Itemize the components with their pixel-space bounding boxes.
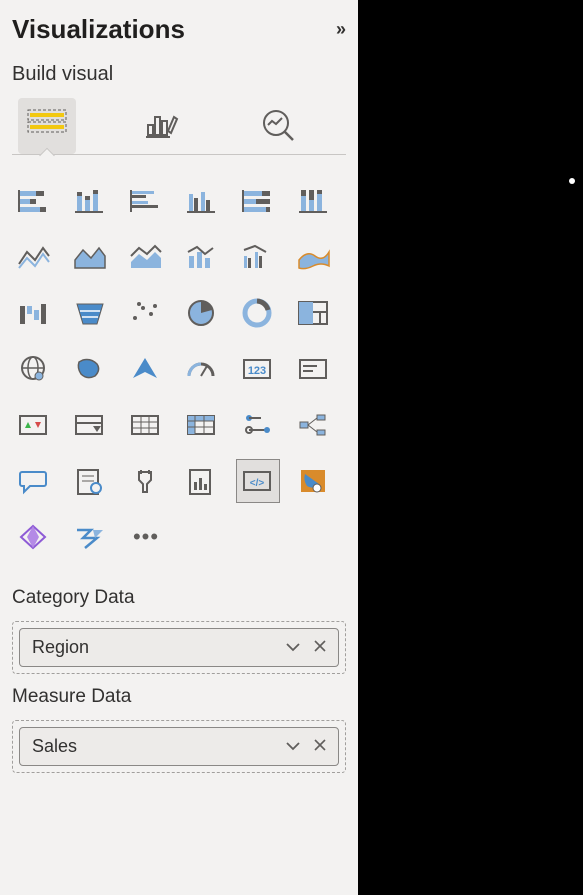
panel-header: Visualizations » (12, 14, 346, 45)
viz-pie-chart[interactable] (180, 291, 224, 335)
category-field-pill[interactable]: Region (19, 628, 339, 667)
svg-text:</>: </> (250, 478, 265, 489)
measure-field-pill[interactable]: Sales (19, 727, 339, 766)
collapse-panel-icon[interactable]: » (336, 19, 346, 40)
viz-gauge-chart[interactable] (180, 347, 224, 391)
viz-qna[interactable] (12, 459, 56, 503)
viz-funnel-chart[interactable] (68, 291, 112, 335)
category-field-name: Region (32, 637, 89, 658)
viz-clustered-bar-chart[interactable] (124, 179, 168, 223)
viz-more-visuals[interactable]: ••• (124, 515, 168, 559)
viz-waterfall-chart[interactable] (12, 291, 56, 335)
category-field-dropdown-icon[interactable] (286, 639, 300, 656)
viz-card[interactable]: 123 (236, 347, 280, 391)
visualization-gallery: 123 </> ••• (12, 179, 346, 559)
viz-stacked-bar-chart[interactable] (12, 179, 56, 223)
viz-100-stacked-column-chart[interactable] (292, 179, 336, 223)
viz-treemap-chart[interactable] (292, 291, 336, 335)
viz-azure-map[interactable] (124, 347, 168, 391)
viz-line-chart[interactable] (12, 235, 56, 279)
measure-field-remove-icon[interactable] (314, 738, 326, 755)
mode-tabs (12, 98, 346, 155)
viz-table[interactable] (124, 403, 168, 447)
viz-filled-map[interactable] (68, 347, 112, 391)
viz-paginated-report[interactable] (180, 459, 224, 503)
viz-clustered-column-chart[interactable] (180, 179, 224, 223)
build-visual-label: Build visual (12, 63, 346, 86)
viz-power-apps[interactable] (12, 515, 56, 559)
canvas-area (358, 0, 583, 895)
measure-data-label: Measure Data (12, 686, 346, 708)
visualizations-panel: Visualizations » Build visual (0, 0, 358, 895)
viz-key-influencers[interactable] (124, 459, 168, 503)
category-data-well[interactable]: Region (12, 621, 346, 674)
viz-kpi[interactable] (12, 403, 56, 447)
viz-power-automate[interactable] (68, 515, 112, 559)
measure-field-dropdown-icon[interactable] (286, 738, 300, 755)
category-data-section: Category Data Region (12, 587, 346, 674)
category-data-label: Category Data (12, 587, 346, 609)
tab-build-visual[interactable] (18, 98, 76, 154)
measure-data-section: Measure Data Sales (12, 686, 346, 773)
viz-stacked-column-chart[interactable] (68, 179, 112, 223)
svg-text:123: 123 (248, 365, 266, 377)
viz-line-stacked-column-chart[interactable] (180, 235, 224, 279)
viz-smart-narrative[interactable] (68, 459, 112, 503)
analytics-magnifier-icon (260, 107, 298, 145)
viz-100-stacked-bar-chart[interactable] (236, 179, 280, 223)
canvas-marker (569, 178, 575, 184)
measure-data-well[interactable]: Sales (12, 720, 346, 773)
viz-r-script-visual[interactable] (236, 403, 280, 447)
tab-format-visual[interactable] (134, 98, 192, 154)
panel-title: Visualizations (12, 14, 185, 45)
category-field-remove-icon[interactable] (314, 639, 326, 656)
viz-scatter-chart[interactable] (124, 291, 168, 335)
viz-ribbon-chart[interactable] (292, 235, 336, 279)
viz-slicer[interactable] (68, 403, 112, 447)
viz-donut-chart[interactable] (236, 291, 280, 335)
viz-python-visual[interactable]: </> (236, 459, 280, 503)
viz-decomposition-tree[interactable] (292, 403, 336, 447)
viz-arcgis-map[interactable] (292, 459, 336, 503)
format-brush-icon (144, 107, 182, 145)
measure-field-name: Sales (32, 736, 77, 757)
tab-analytics[interactable] (250, 98, 308, 154)
viz-map[interactable] (12, 347, 56, 391)
viz-multi-row-card[interactable] (292, 347, 336, 391)
viz-matrix[interactable] (180, 403, 224, 447)
viz-line-clustered-column-chart[interactable] (236, 235, 280, 279)
fields-icon (26, 108, 68, 144)
viz-area-chart[interactable] (68, 235, 112, 279)
viz-stacked-area-chart[interactable] (124, 235, 168, 279)
